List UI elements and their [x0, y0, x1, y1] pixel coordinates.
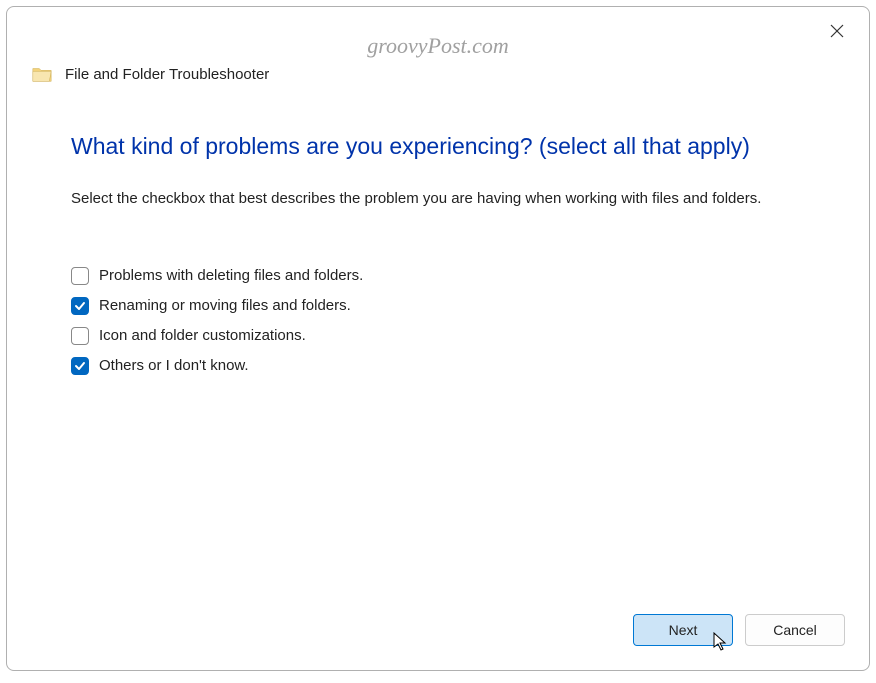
option-rename-move[interactable]: Renaming or moving files and folders. [71, 297, 805, 315]
option-others[interactable]: Others or I don't know. [71, 357, 805, 375]
option-label: Others or I don't know. [99, 357, 249, 374]
folder-icon [31, 63, 53, 85]
option-label: Renaming or moving files and folders. [99, 297, 351, 314]
close-button[interactable] [829, 23, 849, 43]
cancel-button[interactable]: Cancel [745, 614, 845, 646]
checkbox[interactable] [71, 327, 89, 345]
checkbox[interactable] [71, 297, 89, 315]
checkbox[interactable] [71, 267, 89, 285]
checkbox[interactable] [71, 357, 89, 375]
main-heading: What kind of problems are you experienci… [71, 133, 805, 160]
option-label: Icon and folder customizations. [99, 327, 306, 344]
option-label: Problems with deleting files and folders… [99, 267, 363, 284]
next-button[interactable]: Next [633, 614, 733, 646]
description-text: Select the checkbox that best describes … [71, 188, 805, 211]
dialog-content: What kind of problems are you experienci… [7, 85, 869, 614]
troubleshooter-dialog: groovyPost.com File and Folder Troublesh… [6, 6, 870, 671]
dialog-title: File and Folder Troubleshooter [65, 66, 269, 83]
option-delete-problems[interactable]: Problems with deleting files and folders… [71, 267, 805, 285]
dialog-header: File and Folder Troubleshooter [7, 7, 869, 85]
dialog-buttons: Next Cancel [7, 614, 869, 670]
option-icon-customization[interactable]: Icon and folder customizations. [71, 327, 805, 345]
problem-checklist: Problems with deleting files and folders… [71, 267, 805, 375]
close-icon [829, 23, 845, 39]
